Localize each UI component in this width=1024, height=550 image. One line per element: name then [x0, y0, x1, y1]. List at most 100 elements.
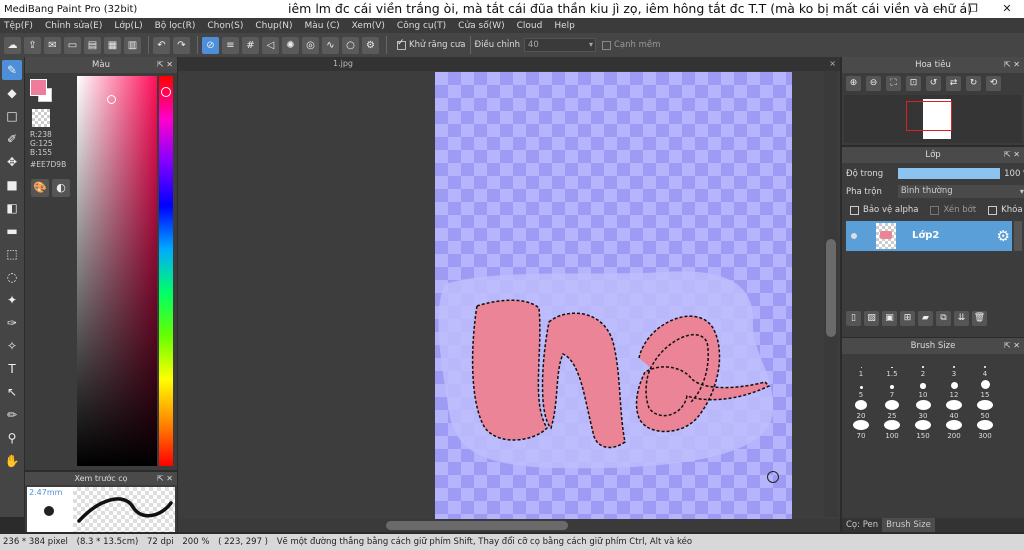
blend-mode-select[interactable]: Bình thường [897, 185, 1024, 198]
brush-size-option[interactable]: 1.5 [877, 358, 907, 378]
undo-icon[interactable]: ↶ [153, 36, 170, 54]
saturation-value-picker[interactable] [77, 76, 157, 466]
duplicate-layer-icon[interactable]: ⧉ [936, 311, 951, 326]
panel-icon[interactable]: ▦ [104, 36, 121, 54]
brush-size-option[interactable]: 7 [877, 379, 907, 399]
grid-icon[interactable]: ▥ [124, 36, 141, 54]
panel-controls[interactable]: ⇱ ✕ [157, 57, 173, 73]
navigator-viewport-frame[interactable] [906, 101, 952, 131]
soft-edge-checkbox[interactable] [601, 40, 611, 50]
close-document-icon[interactable]: × [829, 57, 836, 71]
brush-size-option[interactable]: 12 [939, 379, 969, 399]
chat-icon[interactable]: ✉ [44, 36, 61, 54]
protect-alpha-checkbox[interactable] [850, 205, 859, 215]
maximize-button[interactable]: ❐ [956, 0, 990, 18]
ellipse-snap-icon[interactable]: ○ [342, 36, 359, 54]
eraser-tool-icon[interactable]: ◆ [2, 83, 22, 103]
brush-size-option[interactable]: 4 [970, 358, 1000, 378]
brush-size-option[interactable]: 5 [846, 379, 876, 399]
panel-controls[interactable]: ⇱ ✕ [1004, 57, 1020, 73]
bucket-tool-icon[interactable]: ◧ [2, 198, 22, 218]
blur-tool-icon[interactable]: ✏ [2, 405, 22, 425]
cross-snap-icon[interactable]: # [242, 36, 259, 54]
vanishing-point-icon[interactable]: ◁ [262, 36, 279, 54]
actual-size-icon[interactable]: ⊡ [906, 76, 921, 91]
color-swatches[interactable] [30, 79, 56, 109]
vertical-scrollbar[interactable] [824, 71, 838, 517]
new-folder-icon[interactable]: ▰ [918, 311, 933, 326]
select-pen-icon[interactable]: ✑ [2, 313, 22, 333]
merge-down-icon[interactable]: ⇊ [954, 311, 969, 326]
flip-icon[interactable]: ⇄ [946, 76, 961, 91]
operation-tool-icon[interactable]: ↖ [2, 382, 22, 402]
layer-list-scrollbar[interactable] [1014, 221, 1022, 251]
text-tool-icon[interactable]: T [2, 359, 22, 379]
fit-view-icon[interactable]: ⛶ [886, 76, 901, 91]
close-button[interactable]: ✕ [990, 0, 1024, 18]
brush-size-option[interactable]: 2 [908, 358, 938, 378]
brush-size-option[interactable]: 50 [970, 399, 1000, 420]
panel-controls[interactable]: ⇱ ✕ [1004, 147, 1020, 163]
comment-icon[interactable]: ▭ [64, 36, 81, 54]
panel-controls[interactable]: ⇱ ✕ [157, 472, 173, 485]
delete-layer-icon[interactable]: 🗑 [972, 311, 987, 326]
upload-icon[interactable]: ⇪ [24, 36, 41, 54]
menu-filter[interactable]: Bộ lọc(R) [155, 21, 196, 31]
transparent-color-swatch[interactable] [32, 109, 50, 127]
menu-help[interactable]: Help [554, 21, 575, 31]
curve-snap-icon[interactable]: ∿ [322, 36, 339, 54]
brush-size-option[interactable]: 1 [846, 358, 876, 378]
snap-settings-icon[interactable]: ⚙ [362, 36, 379, 54]
brush-size-option[interactable]: 25 [877, 399, 907, 420]
menu-layer[interactable]: Lớp(L) [114, 21, 142, 31]
menu-view[interactable]: Xem(V) [352, 21, 385, 31]
dot-tool-icon[interactable]: □ [2, 106, 22, 126]
menu-file[interactable]: Tệp(F) [4, 21, 33, 31]
antialias-checkbox[interactable] [397, 38, 406, 50]
menu-snap[interactable]: Chụp(N) [255, 21, 292, 31]
brush-size-option[interactable]: 3 [939, 358, 969, 378]
horizontal-scroll-thumb[interactable] [386, 521, 568, 530]
menu-edit[interactable]: Chỉnh sửa(E) [45, 21, 102, 31]
fill-shape-icon[interactable]: ■ [2, 175, 22, 195]
minimize-button[interactable]: — [922, 0, 956, 18]
brush-size-option[interactable]: 300 [970, 420, 1000, 440]
brush-size-option[interactable]: 40 [939, 399, 969, 420]
opacity-slider[interactable] [898, 168, 1001, 179]
add-layer-icon[interactable]: ▯ [846, 311, 861, 326]
foreground-color-swatch[interactable] [30, 79, 47, 96]
zoom-in-icon[interactable]: ⊕ [846, 76, 861, 91]
vertical-scroll-thumb[interactable] [826, 239, 836, 337]
brush-size-tab[interactable]: Brush Size [882, 518, 935, 532]
reset-view-icon[interactable]: ⟲ [986, 76, 1001, 91]
brush-tab[interactable]: Cọ: Pen [842, 518, 882, 532]
brush-size-option[interactable]: 30 [908, 399, 938, 420]
canvas-area[interactable]: 1.jpg × [178, 57, 840, 519]
menu-select[interactable]: Chọn(S) [207, 21, 243, 31]
menu-tools[interactable]: Công cụ(T) [397, 21, 446, 31]
document-canvas[interactable] [435, 72, 792, 519]
hue-slider[interactable] [159, 76, 173, 466]
document-icon[interactable]: ▤ [84, 36, 101, 54]
correction-select[interactable]: 40 [523, 38, 596, 52]
zoom-out-icon[interactable]: ⊖ [866, 76, 881, 91]
rotate-left-icon[interactable]: ↺ [926, 76, 941, 91]
layer-item[interactable]: Lớp2 ⚙ [846, 221, 1012, 251]
brush-size-option[interactable]: 20 [846, 399, 876, 420]
brush-size-option[interactable]: 200 [939, 420, 969, 440]
rotate-right-icon[interactable]: ↻ [966, 76, 981, 91]
brush-size-option[interactable]: 100 [877, 420, 907, 440]
panel-controls[interactable]: ⇱ ✕ [1004, 338, 1020, 354]
menu-cloud[interactable]: Cloud [517, 21, 543, 31]
navigator-thumbnail[interactable] [844, 95, 1022, 143]
brush-tool-icon[interactable]: ✎ [2, 60, 22, 80]
clipping-checkbox[interactable] [930, 205, 940, 215]
rect-select-icon[interactable]: ⬚ [2, 244, 22, 264]
selection-pen-icon[interactable]: ✐ [2, 129, 22, 149]
parallel-snap-icon[interactable]: ≡ [222, 36, 239, 54]
document-tab[interactable]: 1.jpg [333, 57, 353, 71]
menu-color[interactable]: Màu (C) [305, 21, 340, 31]
lasso-select-icon[interactable]: ◌ [2, 267, 22, 287]
sv-picker-cursor[interactable] [107, 95, 116, 104]
snap-off-icon[interactable]: ⊘ [202, 36, 219, 54]
